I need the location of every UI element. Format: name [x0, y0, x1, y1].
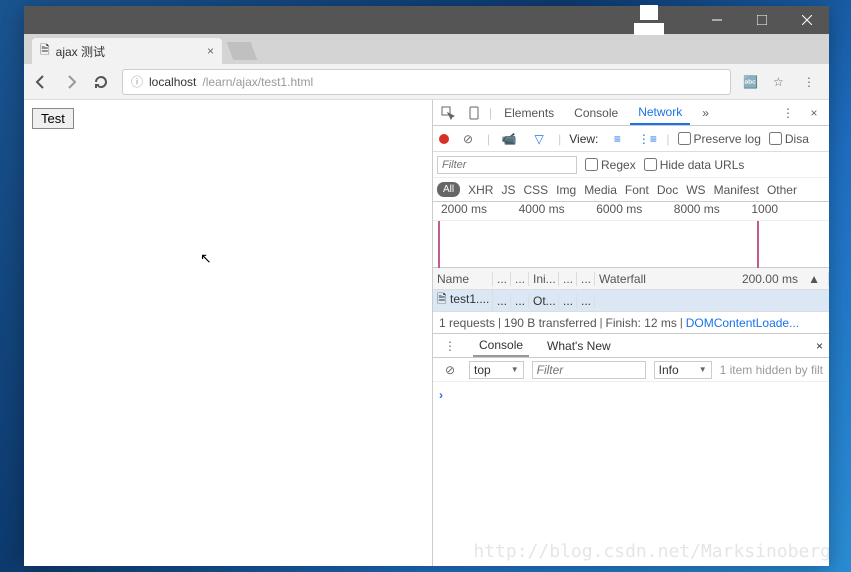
inspect-icon[interactable]: [437, 102, 459, 124]
console-prompt: ›: [439, 388, 443, 402]
page-content: Test ↖: [24, 100, 432, 566]
type-font[interactable]: Font: [625, 183, 649, 197]
status-finish: Finish: 12 ms: [605, 316, 676, 330]
status-requests: 1 requests: [439, 316, 495, 330]
tl-mark: 2000 ms: [441, 202, 519, 220]
col-type[interactable]: ...: [511, 272, 529, 286]
type-doc[interactable]: Doc: [657, 183, 678, 197]
filter-input[interactable]: [437, 156, 577, 174]
tl-mark: 6000 ms: [596, 202, 674, 220]
type-xhr[interactable]: XHR: [468, 183, 493, 197]
tl-mark: 1000: [751, 202, 829, 220]
forward-button[interactable]: [62, 73, 80, 91]
col-size[interactable]: ...: [559, 272, 577, 286]
devtools-menu-icon[interactable]: ⋮: [777, 102, 799, 124]
type-css[interactable]: CSS: [523, 183, 548, 197]
tab-console[interactable]: Console: [566, 102, 626, 124]
devtools-close-icon[interactable]: ×: [803, 102, 825, 124]
console-filter-input[interactable]: [532, 361, 646, 379]
view-waterfall-icon[interactable]: ⋮≡: [636, 128, 658, 150]
new-tab-button[interactable]: [227, 42, 258, 60]
type-all[interactable]: All: [437, 182, 460, 197]
type-manifest[interactable]: Manifest: [714, 183, 759, 197]
type-media[interactable]: Media: [584, 183, 617, 197]
browser-tab[interactable]: 🗎 ajax 测试 ×: [32, 38, 222, 64]
menu-icon[interactable]: ⋮: [803, 75, 821, 89]
device-icon[interactable]: [463, 102, 485, 124]
status-transferred: 190 B transferred: [504, 316, 597, 330]
context-select[interactable]: top: [469, 361, 524, 379]
console-toolbar: ⊘ top Info 1 item hidden by filt: [433, 358, 829, 382]
window-titlebar: [24, 6, 829, 34]
bookmark-icon[interactable]: ☆: [773, 75, 791, 89]
tab-close-icon[interactable]: ×: [207, 44, 214, 58]
tab-network[interactable]: Network: [630, 101, 690, 125]
translate-icon[interactable]: 🔤: [743, 75, 761, 89]
drawer-tabs: ⋮ Console What's New ×: [433, 334, 829, 358]
hide-data-urls-checkbox[interactable]: Hide data URLs: [644, 158, 745, 172]
disable-cache-checkbox[interactable]: Disa: [769, 132, 809, 146]
console-clear-icon[interactable]: ⊘: [439, 359, 461, 381]
request-row[interactable]: 🗎 test1.... ...... Ot... ......: [433, 290, 829, 312]
timeline-bar: [757, 221, 759, 268]
view-large-icon[interactable]: ≡: [606, 128, 628, 150]
tl-mark: 8000 ms: [674, 202, 752, 220]
request-table-header: Name ... ... Ini... ... ... Waterfall200…: [433, 268, 829, 290]
type-filter-row: All XHR JS CSS Img Media Font Doc WS Man…: [433, 178, 829, 202]
cursor-icon: ↖: [200, 250, 212, 267]
hidden-count: 1 item hidden by filt: [720, 363, 823, 377]
drawer-tab-whatsnew[interactable]: What's New: [541, 336, 617, 356]
camera-icon[interactable]: 📹: [498, 128, 520, 150]
type-other[interactable]: Other: [767, 183, 797, 197]
url-host: localhost: [149, 75, 196, 89]
timeline-bar: [438, 221, 440, 268]
col-initiator[interactable]: Ini...: [529, 272, 559, 286]
chrome-window: 🗎 ajax 测试 × ⓘ localhost/learn/ajax/test1…: [24, 6, 829, 566]
network-status-bar: 1 requests | 190 B transferred | Finish:…: [433, 312, 829, 334]
filter-icon[interactable]: ▽: [528, 128, 550, 150]
toolbar: ⓘ localhost/learn/ajax/test1.html 🔤 ☆ ⋮: [24, 64, 829, 100]
col-waterfall[interactable]: Waterfall200.00 ms▲: [595, 272, 829, 286]
status-dcl: DOMContentLoade...: [686, 316, 799, 330]
console-body[interactable]: ›: [433, 382, 829, 566]
drawer-close-icon[interactable]: ×: [816, 339, 823, 353]
tab-strip: 🗎 ajax 测试 ×: [24, 34, 829, 64]
col-name[interactable]: Name: [433, 272, 493, 286]
col-status[interactable]: ...: [493, 272, 511, 286]
url-path: /learn/ajax/test1.html: [202, 75, 313, 89]
type-ws[interactable]: WS: [686, 183, 705, 197]
request-name: 🗎 test1....: [433, 290, 493, 311]
user-icon[interactable]: [634, 6, 664, 34]
timeline-overview[interactable]: 2000 ms 4000 ms 6000 ms 8000 ms 1000: [433, 202, 829, 268]
back-button[interactable]: [32, 73, 50, 91]
regex-checkbox[interactable]: Regex: [585, 158, 636, 172]
maximize-button[interactable]: [739, 6, 784, 34]
network-toolbar: ⊘ | 📹 ▽ | View: ≡ ⋮≡ | Preserve log Disa: [433, 126, 829, 152]
preserve-log-checkbox[interactable]: Preserve log: [678, 132, 761, 146]
clear-icon[interactable]: ⊘: [457, 128, 479, 150]
col-time[interactable]: ...: [577, 272, 595, 286]
address-bar[interactable]: ⓘ localhost/learn/ajax/test1.html: [122, 69, 731, 95]
view-label: View:: [569, 132, 598, 146]
type-js[interactable]: JS: [501, 183, 515, 197]
test-button[interactable]: Test: [32, 108, 74, 129]
close-button[interactable]: [784, 6, 829, 34]
tab-more[interactable]: »: [694, 102, 717, 124]
tab-elements[interactable]: Elements: [496, 102, 562, 124]
drawer-menu-icon[interactable]: ⋮: [439, 335, 461, 357]
file-icon: 🗎: [40, 41, 50, 62]
reload-button[interactable]: [92, 73, 110, 91]
tab-title: ajax 测试: [56, 43, 105, 60]
filter-row: Regex Hide data URLs: [433, 152, 829, 178]
drawer-tab-console[interactable]: Console: [473, 335, 529, 357]
minimize-button[interactable]: [694, 6, 739, 34]
devtools-panel: | Elements Console Network » ⋮ × ⊘ | 📹 ▽…: [432, 100, 829, 566]
type-img[interactable]: Img: [556, 183, 576, 197]
level-select[interactable]: Info: [654, 361, 712, 379]
info-icon[interactable]: ⓘ: [131, 73, 143, 90]
record-button[interactable]: [439, 134, 449, 144]
devtools-header: | Elements Console Network » ⋮ ×: [433, 100, 829, 126]
tl-mark: 4000 ms: [519, 202, 597, 220]
